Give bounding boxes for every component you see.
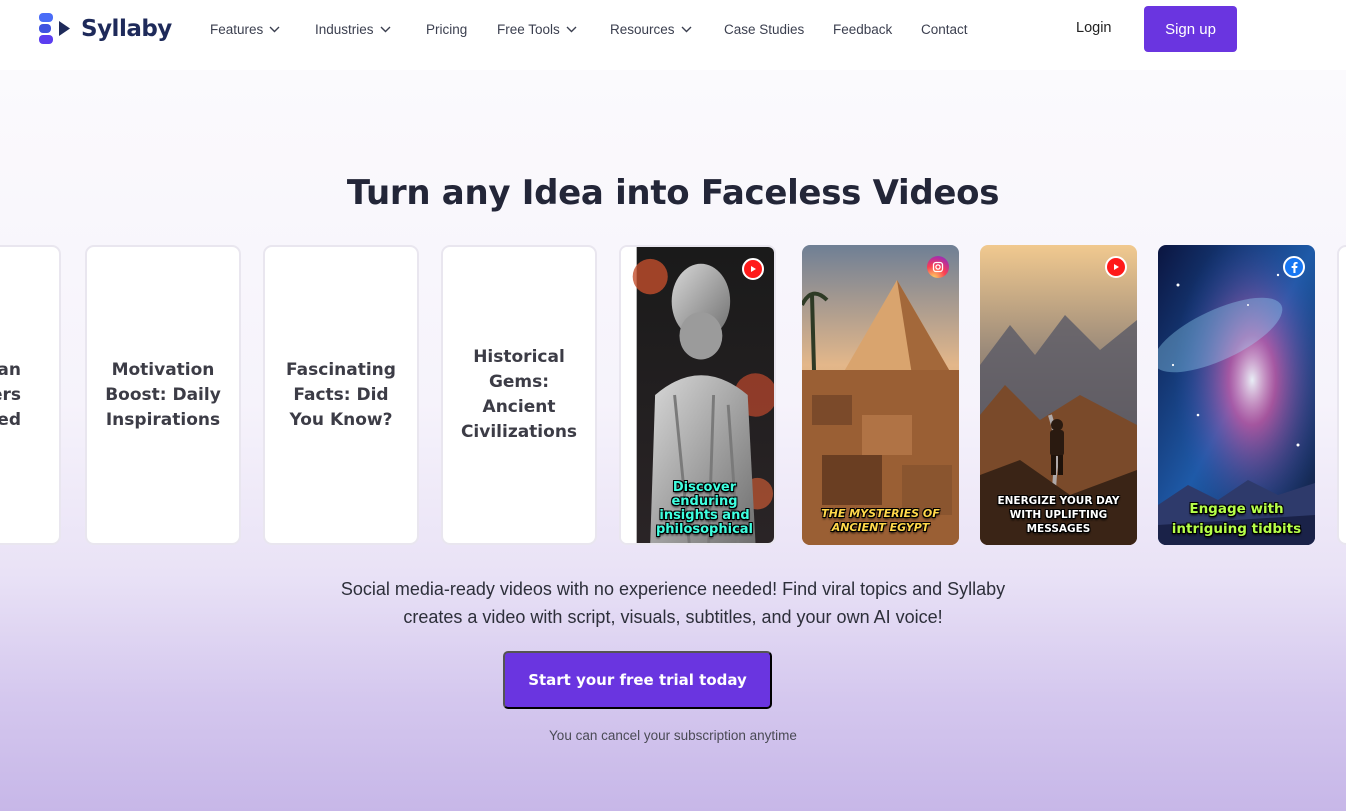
next-card-edge [1337, 245, 1346, 545]
video-card-facts[interactable]: Engage with intriguing tidbits [1158, 245, 1315, 545]
nav-features[interactable]: Features [210, 20, 280, 38]
nav-label: Features [210, 21, 264, 37]
pyramid-thumbnail [802, 245, 959, 545]
instagram-icon [927, 256, 949, 278]
topic-card[interactable]: Motivation Boost: Daily Inspirations [85, 245, 241, 545]
nav-free-tools[interactable]: Free Tools [497, 20, 577, 38]
youtube-icon [1105, 256, 1127, 278]
nav-label: Case Studies [724, 21, 805, 37]
facebook-icon [1283, 256, 1305, 278]
chevron-down-icon [566, 26, 577, 32]
video-card-egypt[interactable]: THE MYSTERIES OF ANCIENT EGYPT [802, 245, 959, 545]
topic-card[interactable]: an ers ed [0, 245, 61, 545]
nav-industries[interactable]: Industries [315, 20, 391, 38]
nav-pricing[interactable]: Pricing [426, 20, 467, 38]
video-carousel: an ers ed Motivation Boost: Daily Inspir… [0, 245, 1346, 545]
nav-label: Pricing [426, 21, 468, 37]
chevron-down-icon [681, 26, 692, 32]
nav-feedback[interactable]: Feedback [833, 20, 892, 38]
start-free-trial-button[interactable]: Start your free trial today [503, 651, 772, 709]
topic-card[interactable]: Historical Gems: Ancient Civilizations [441, 245, 597, 545]
nav-resources[interactable]: Resources [610, 20, 692, 38]
topic-card-text: Fascinating Facts: Did You Know? [286, 359, 396, 430]
nav-label: Contact [921, 21, 968, 37]
nav-label: Industries [315, 21, 374, 37]
nav-case-studies[interactable]: Case Studies [724, 20, 804, 38]
nav-contact[interactable]: Contact [921, 20, 968, 38]
topic-card-text: an ers ed [0, 359, 21, 430]
topic-card-text: Motivation Boost: Daily Inspirations [105, 359, 221, 430]
video-card-motivation[interactable]: ENERGIZE YOUR DAY WITH UPLIFTING MESSAGE… [980, 245, 1137, 545]
video-caption: Engage with intriguing tidbits [1171, 501, 1302, 537]
chevron-down-icon [269, 26, 280, 32]
topic-card-text: Historical Gems: Ancient Civilizations [460, 347, 578, 442]
nav-label: Resources [610, 21, 675, 37]
syllaby-logo-icon [39, 13, 70, 44]
video-caption: ENERGIZE YOUR DAY WITH UPLIFTING MESSAGE… [997, 495, 1120, 535]
hero-title: Turn any Idea into Faceless Videos [346, 173, 1000, 213]
cancel-note: You can cancel your subscription anytime [549, 728, 797, 743]
video-caption: Discover enduring insights and philosoph… [655, 480, 754, 537]
top-navigation: Syllaby Features Industries Pricing Free… [0, 0, 1346, 70]
hero-subtitle: Social media-ready videos with no experi… [340, 579, 1006, 627]
topic-card[interactable]: Fascinating Facts: Did You Know? [263, 245, 419, 545]
nav-label: Free Tools [497, 21, 560, 37]
video-caption: THE MYSTERIES OF ANCIENT EGYPT [821, 507, 940, 534]
nav-label: Feedback [833, 21, 893, 37]
syllaby-logo[interactable]: Syllaby [37, 12, 172, 46]
youtube-icon [742, 258, 764, 280]
chevron-down-icon [380, 26, 391, 32]
video-card-philosophy[interactable]: Discover enduring insights and philosoph… [619, 245, 776, 545]
hero-section: Turn any Idea into Faceless Videos an er… [0, 70, 1346, 811]
login-link[interactable]: Login [1076, 20, 1111, 36]
brand-name: Syllaby [81, 16, 172, 42]
sign-up-button[interactable]: Sign up [1144, 6, 1237, 52]
